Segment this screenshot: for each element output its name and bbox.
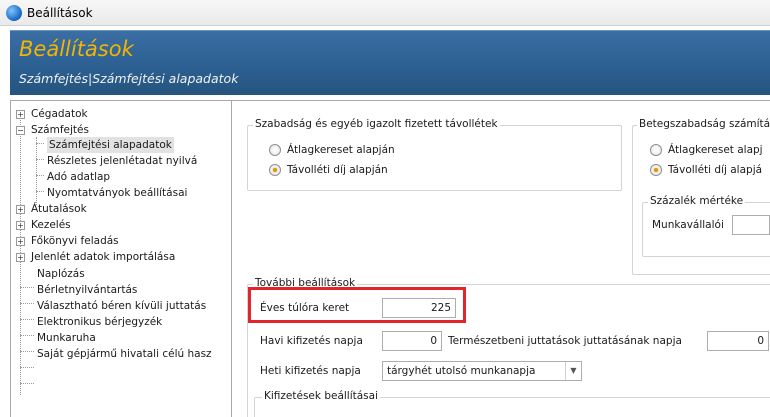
sidebar-item-reszletes-jelenletadat[interactable]: Részletes jelenlétadat nyilvá xyxy=(47,153,197,169)
settings-tree[interactable]: + Cégadatok − Számfejtés Számfejtési ala… xyxy=(10,100,232,417)
sidebar-item-szamfejtes[interactable]: Számfejtés xyxy=(31,122,89,138)
tree-guide-line xyxy=(20,319,34,320)
window-title: Beállítások xyxy=(27,5,93,20)
absence-average-option[interactable]: Átlagkereset alapján xyxy=(269,142,395,158)
in-kind-day-input[interactable]: 0 xyxy=(707,331,769,351)
radio-checked-icon[interactable] xyxy=(650,164,662,176)
tree-guide-line xyxy=(20,383,34,384)
sidebar-item-berletnyilvantartas[interactable]: Bérletnyilvántartás xyxy=(37,282,137,298)
tree-guide-line xyxy=(20,367,34,368)
sidebar-item-cegadatok[interactable]: Cégadatok xyxy=(31,106,88,122)
sidebar-item-elektronikus-berjegyzek[interactable]: Elektronikus bérjegyzék xyxy=(37,314,162,330)
employee-percent-label: Munkavállalói xyxy=(652,219,724,231)
highlight-box xyxy=(248,287,466,323)
app-icon xyxy=(6,4,22,21)
sidebar-item-szamfejtesi-alapadatok[interactable]: Számfejtési alapadatok xyxy=(47,137,174,153)
sidebar-item-ado-adatlap[interactable]: Adó adatlap xyxy=(47,169,110,185)
tree-guide-line xyxy=(36,175,44,176)
expand-icon[interactable]: + xyxy=(16,221,25,230)
percent-group-label: Százalék mértéke xyxy=(648,195,746,207)
tree-guide-line xyxy=(36,191,44,192)
breadcrumb: Számfejtés|Számfejtési alapadatok xyxy=(19,71,239,86)
payments-settings-group-label: Kifizetések beállításai xyxy=(262,390,380,402)
sidebar-item-naplozas[interactable]: Naplózás xyxy=(37,266,85,282)
radio-unchecked-icon[interactable] xyxy=(269,144,281,156)
tree-guide-line xyxy=(20,351,34,352)
expand-icon[interactable]: + xyxy=(16,237,25,246)
sidebar-item-sajat-gepjarmu[interactable]: Saját gépjármű hivatali célú hasz xyxy=(37,346,212,362)
expand-icon[interactable]: + xyxy=(16,253,25,262)
header-banner: Beállítások Számfejtés|Számfejtési alapa… xyxy=(10,30,770,95)
monthly-pay-day-label: Havi kifizetés napja xyxy=(260,335,363,347)
absence-average-label: Átlagkereset alapján xyxy=(287,144,395,156)
employee-percent-input[interactable] xyxy=(732,215,770,235)
sidebar-item-nyomtatvanyok[interactable]: Nyomtatványok beállításai xyxy=(47,185,187,201)
tree-guide-line xyxy=(20,335,34,336)
sick-fee-label: Távolléti díj alapjá xyxy=(668,164,763,176)
weekly-pay-day-value: tárgyhét utolsó munkanapja xyxy=(387,365,536,377)
absence-calc-group xyxy=(247,125,622,191)
sidebar-item-jelenlet-import[interactable]: Jelenlét adatok importálása xyxy=(31,249,175,265)
tree-guide-line xyxy=(20,287,34,288)
page-title: Beállítások xyxy=(19,37,134,61)
sidebar-item-munkaruha[interactable]: Munkaruha xyxy=(37,330,96,346)
sick-fee-option[interactable]: Távolléti díj alapjá xyxy=(650,162,762,178)
sick-average-label: Átlagkereset alapj xyxy=(668,144,763,156)
expand-icon[interactable]: + xyxy=(16,205,25,214)
sick-average-option[interactable]: Átlagkereset alapj xyxy=(650,142,763,158)
collapse-icon[interactable]: − xyxy=(16,126,25,135)
sidebar-item-kezeles[interactable]: Kezelés xyxy=(31,217,71,233)
tree-guide-line xyxy=(20,303,34,304)
tree-guide-line xyxy=(36,159,44,160)
weekly-pay-day-select[interactable]: tárgyhét utolsó munkanapja ▼ xyxy=(382,361,582,381)
absence-fee-option[interactable]: Távolléti díj alapján xyxy=(269,162,388,178)
tree-guide-line xyxy=(36,137,37,205)
expand-icon[interactable]: + xyxy=(16,110,25,119)
window-titlebar: Beállítások xyxy=(0,0,770,26)
radio-unchecked-icon[interactable] xyxy=(650,144,662,156)
radio-checked-icon[interactable] xyxy=(269,164,281,176)
sidebar-item-fokonyvi-feladas[interactable]: Főkönyvi feladás xyxy=(31,233,119,249)
sidebar-item-valaszthato-juttatas[interactable]: Választható béren kívüli juttatás xyxy=(37,298,206,314)
tree-guide-line xyxy=(36,143,44,144)
in-kind-day-label: Természetbeni juttatások juttatásának na… xyxy=(448,335,682,347)
absence-fee-label: Távolléti díj alapján xyxy=(287,164,388,176)
monthly-pay-day-input[interactable]: 0 xyxy=(382,331,442,351)
sidebar-item-atutalasok[interactable]: Átutalások xyxy=(31,201,87,217)
chevron-down-icon[interactable]: ▼ xyxy=(565,362,581,380)
sick-leave-group-label: Betegszabadság számítá xyxy=(637,118,770,130)
absence-calc-group-label: Szabadság és egyéb igazolt fizetett távo… xyxy=(253,118,500,130)
weekly-pay-day-label: Heti kifizetés napja xyxy=(260,365,361,377)
settings-panel: Szabadság és egyéb igazolt fizetett távo… xyxy=(232,100,770,417)
